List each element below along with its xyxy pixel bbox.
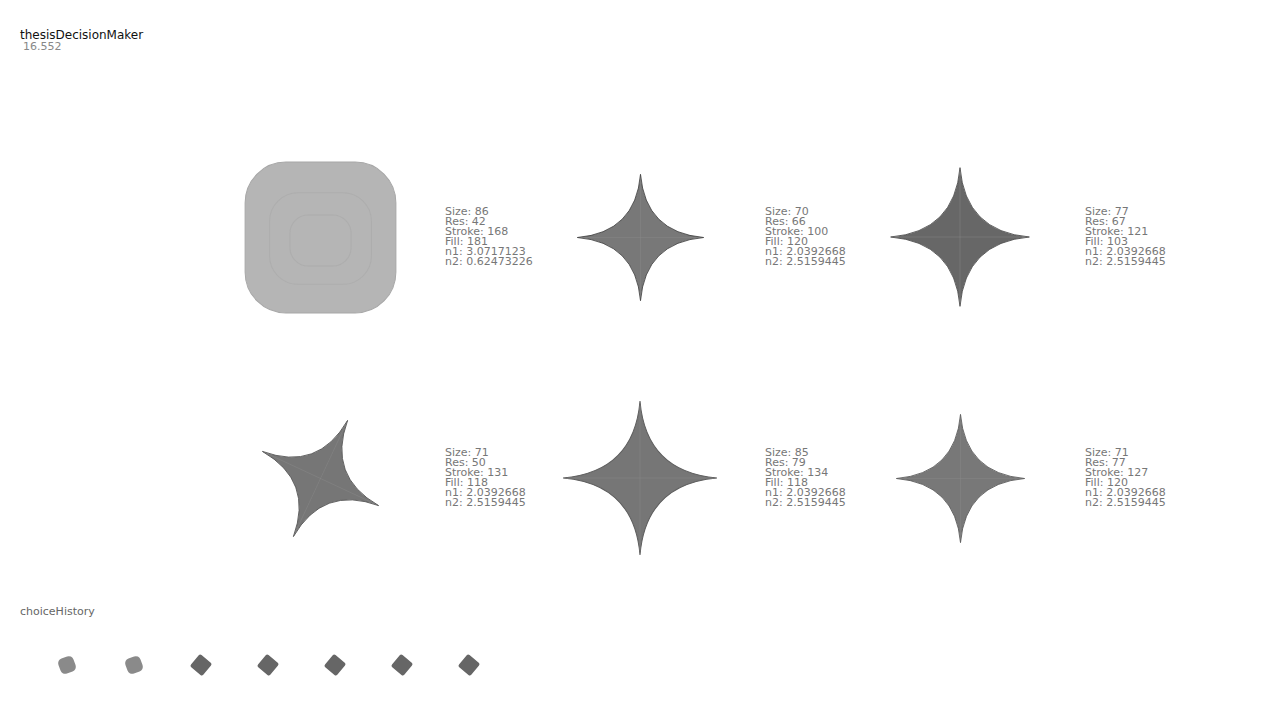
shape-preview[interactable] <box>555 152 725 322</box>
parameter-line: Res: 77 <box>1085 458 1166 468</box>
option-card[interactable]: Size: 71Res: 50Stroke: 131Fill: 118n1: 2… <box>235 393 555 563</box>
shape-preview[interactable] <box>235 152 405 322</box>
parameter-line: Stroke: 121 <box>1085 227 1166 237</box>
parameter-line: Res: 66 <box>765 217 846 227</box>
parameter-line: Fill: 118 <box>445 478 526 488</box>
shape-thumbnail-icon <box>320 650 350 680</box>
history-item[interactable] <box>52 650 82 680</box>
title: thesisDecisionMaker <box>20 28 1280 42</box>
parameter-line: Fill: 181 <box>445 237 533 247</box>
parameter-line: Stroke: 168 <box>445 227 533 237</box>
shape-thumbnail-icon <box>454 650 484 680</box>
option-parameters: Size: 77Res: 67Stroke: 121Fill: 103n1: 2… <box>1085 207 1166 267</box>
parameter-line: n2: 2.5159445 <box>1085 498 1166 508</box>
parameter-line: n2: 0.62473226 <box>445 257 533 267</box>
supershape-icon <box>887 164 1033 310</box>
history-list <box>20 650 1280 680</box>
supershape-icon <box>230 388 409 567</box>
parameter-line: n2: 2.5159445 <box>1085 257 1166 267</box>
parameter-line: Stroke: 134 <box>765 468 846 478</box>
parameter-line: Stroke: 131 <box>445 468 526 478</box>
parameter-line: Size: 86 <box>445 207 533 217</box>
shape-thumbnail-icon <box>52 650 82 680</box>
parameter-line: Size: 71 <box>445 448 526 458</box>
parameter-line: n2: 2.5159445 <box>765 257 846 267</box>
option-parameters: Size: 71Res: 50Stroke: 131Fill: 118n1: 2… <box>445 448 526 508</box>
parameter-line: Stroke: 100 <box>765 227 846 237</box>
supershape-icon <box>239 156 402 319</box>
shape-preview[interactable] <box>235 393 405 563</box>
history-item[interactable] <box>387 650 417 680</box>
parameter-line: Fill: 103 <box>1085 237 1166 247</box>
fps-counter: 16.552 <box>20 42 1280 52</box>
supershape-icon <box>893 411 1028 546</box>
parameter-line: n1: 2.0392668 <box>765 488 846 498</box>
parameter-line: n1: 2.0392668 <box>1085 247 1166 257</box>
shape-thumbnail-icon <box>119 650 149 680</box>
supershape-icon <box>574 171 707 304</box>
options-grid: Size: 86Res: 42Stroke: 168Fill: 181n1: 3… <box>235 152 1280 563</box>
history-item[interactable] <box>253 650 283 680</box>
option-parameters: Size: 85Res: 79Stroke: 134Fill: 118n1: 2… <box>765 448 846 508</box>
history-item[interactable] <box>186 650 216 680</box>
option-card[interactable]: Size: 85Res: 79Stroke: 134Fill: 118n1: 2… <box>555 393 875 563</box>
parameter-line: Fill: 120 <box>765 237 846 247</box>
parameter-line: Size: 71 <box>1085 448 1166 458</box>
option-card[interactable]: Size: 70Res: 66Stroke: 100Fill: 120n1: 2… <box>555 152 875 322</box>
parameter-line: Res: 79 <box>765 458 846 468</box>
option-parameters: Size: 86Res: 42Stroke: 168Fill: 181n1: 3… <box>445 207 533 267</box>
shape-thumbnail-icon <box>253 650 283 680</box>
header: thesisDecisionMaker16.552 <box>0 28 1280 52</box>
choice-history: choiceHistory <box>0 605 1280 680</box>
option-parameters: Size: 70Res: 66Stroke: 100Fill: 120n1: 2… <box>765 207 846 267</box>
parameter-line: Fill: 118 <box>765 478 846 488</box>
supershape-icon <box>559 397 721 559</box>
parameter-line: n1: 3.0717123 <box>445 247 533 257</box>
shape-thumbnail-icon <box>186 650 216 680</box>
parameter-line: n1: 2.0392668 <box>1085 488 1166 498</box>
history-label: choiceHistory <box>20 605 1280 619</box>
parameter-line: n2: 2.5159445 <box>765 498 846 508</box>
parameter-line: Stroke: 127 <box>1085 468 1166 478</box>
history-item[interactable] <box>454 650 484 680</box>
parameter-line: Res: 67 <box>1085 217 1166 227</box>
parameter-line: n1: 2.0392668 <box>445 488 526 498</box>
shape-preview[interactable] <box>875 393 1045 563</box>
history-item[interactable] <box>320 650 350 680</box>
shape-preview[interactable] <box>875 152 1045 322</box>
option-card[interactable]: Size: 71Res: 77Stroke: 127Fill: 120n1: 2… <box>875 393 1195 563</box>
shape-preview[interactable] <box>555 393 725 563</box>
parameter-line: Size: 85 <box>765 448 846 458</box>
shape-thumbnail-icon <box>387 650 417 680</box>
parameter-line: Res: 50 <box>445 458 526 468</box>
parameter-line: Size: 70 <box>765 207 846 217</box>
parameter-line: n2: 2.5159445 <box>445 498 526 508</box>
parameter-line: Res: 42 <box>445 217 533 227</box>
option-card[interactable]: Size: 86Res: 42Stroke: 168Fill: 181n1: 3… <box>235 152 555 322</box>
parameter-line: n1: 2.0392668 <box>765 247 846 257</box>
parameter-line: Size: 77 <box>1085 207 1166 217</box>
option-card[interactable]: Size: 77Res: 67Stroke: 121Fill: 103n1: 2… <box>875 152 1195 322</box>
option-parameters: Size: 71Res: 77Stroke: 127Fill: 120n1: 2… <box>1085 448 1166 508</box>
history-item[interactable] <box>119 650 149 680</box>
parameter-line: Fill: 120 <box>1085 478 1166 488</box>
sketch-window: thesisDecisionMaker16.552 Size: 86Res: 42… <box>0 0 1280 720</box>
